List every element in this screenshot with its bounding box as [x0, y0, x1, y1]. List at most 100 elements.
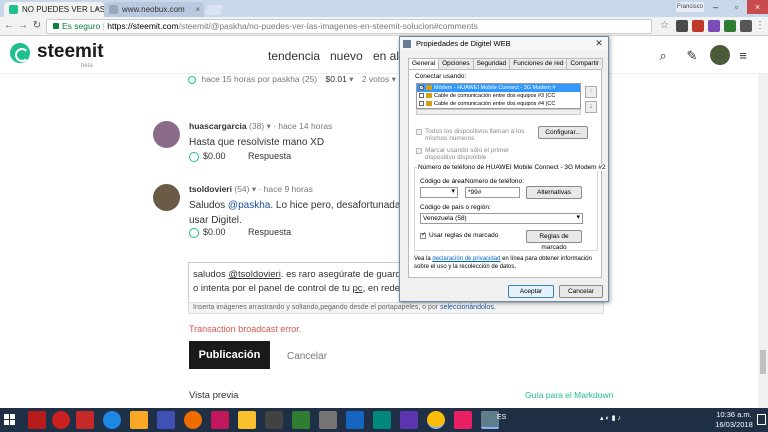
scrollbar-thumb[interactable] — [760, 350, 766, 374]
dialog-cancel-button[interactable]: Cancelar — [559, 285, 603, 298]
word-icon[interactable] — [346, 411, 364, 429]
dialing-rules-checkbox[interactable] — [420, 231, 426, 239]
autocad-icon[interactable] — [76, 411, 94, 429]
search-icon[interactable]: ⌕ — [654, 47, 672, 65]
post-votes[interactable]: 2 votos — [362, 74, 389, 84]
window-user-badge[interactable]: Francisco — [676, 2, 704, 12]
system-clock[interactable]: 10:36 a.m. 16/03/2018 — [713, 410, 755, 430]
upvote-icon[interactable] — [188, 75, 196, 84]
device-list[interactable]: ✓ Módem - HUAWEI Mobile Connect - 3G Mode… — [416, 83, 581, 109]
comment-payout[interactable]: $0.00 — [203, 151, 226, 161]
tab-sharing[interactable]: Compartir — [566, 58, 604, 69]
image-drop-hint[interactable]: Inserta imágenes arrastrando y soltando,… — [188, 302, 604, 314]
privacy-link[interactable]: declaración de privacidad — [432, 256, 500, 262]
page-scrollbar[interactable] — [758, 74, 768, 408]
select-files-link[interactable]: seleccionándolos. — [440, 304, 496, 311]
back-icon[interactable]: ← — [3, 20, 15, 32]
reload-icon[interactable]: ↻ — [31, 20, 43, 32]
windows-start-icon[interactable] — [4, 414, 16, 426]
minimize-window-button[interactable]: – — [705, 0, 726, 14]
cancel-button[interactable]: Cancelar — [287, 351, 327, 362]
app-icon[interactable] — [211, 411, 229, 429]
configure-button[interactable]: Configurar... — [538, 126, 588, 139]
avatar[interactable] — [153, 121, 180, 148]
app-icon[interactable] — [373, 411, 391, 429]
first-device-checkbox[interactable] — [416, 148, 422, 154]
author-name[interactable]: huascargarcia — [189, 121, 247, 131]
ok-button[interactable]: Aceptar — [508, 285, 554, 298]
new-tab-button[interactable] — [204, 5, 224, 15]
extension-icon[interactable] — [676, 20, 688, 32]
dialog-titlebar[interactable]: Propiedades de Digitel WEB ✕ — [400, 37, 608, 51]
terminal-icon[interactable] — [265, 411, 283, 429]
post-time[interactable]: hace 15 horas por paskha (25) — [201, 74, 317, 84]
all-devices-checkbox[interactable] — [416, 129, 422, 135]
upvote-icon[interactable] — [189, 151, 199, 162]
acrobat-icon[interactable] — [28, 411, 46, 429]
language-indicator[interactable]: ES — [497, 414, 506, 421]
mention-link[interactable]: @paskha — [228, 200, 270, 211]
excel-icon[interactable] — [292, 411, 310, 429]
app-icon[interactable] — [238, 411, 256, 429]
phone-field[interactable]: *99# — [465, 187, 520, 198]
chrome-icon[interactable] — [427, 411, 445, 429]
checkbox[interactable]: ✓ — [419, 85, 424, 91]
notifications-icon[interactable] — [757, 414, 766, 425]
media-player-icon[interactable] — [157, 411, 175, 429]
forward-icon[interactable]: → — [17, 20, 29, 32]
comment-time[interactable]: hace 9 horas — [264, 184, 313, 194]
nav-trending[interactable]: tendencia — [268, 49, 320, 63]
extension-icon[interactable] — [692, 20, 704, 32]
tab-networking[interactable]: Funciones de red — [509, 58, 568, 69]
close-tab-icon[interactable]: × — [95, 2, 100, 17]
address-bar[interactable]: Es seguro | https://steemit.com/steemit/… — [46, 19, 652, 34]
app-icon[interactable] — [319, 411, 337, 429]
close-icon[interactable]: ✕ — [593, 38, 605, 49]
close-window-button[interactable]: × — [747, 0, 768, 14]
list-item[interactable]: ✓ Módem - HUAWEI Mobile Connect - 3G Mode… — [417, 84, 580, 92]
tab-options[interactable]: Opciones — [438, 58, 474, 69]
comment-time[interactable]: hace 14 horas — [278, 121, 332, 131]
maximize-window-button[interactable]: ▫ — [726, 0, 747, 14]
dialing-rules-button[interactable]: Reglas de marcado — [526, 230, 582, 251]
firefox-icon[interactable] — [184, 411, 202, 429]
menu-icon[interactable]: ≡ — [734, 47, 752, 65]
move-down-icon[interactable]: ↓ — [585, 101, 597, 113]
tray-icons[interactable]: ▴ ◐ ▮ ♪ — [600, 414, 621, 422]
paint-icon[interactable] — [454, 411, 472, 429]
bookmark-star-icon[interactable]: ☆ — [660, 20, 672, 32]
horizontal-scrollbar[interactable] — [416, 109, 581, 115]
area-code-select[interactable] — [420, 187, 458, 198]
alternatives-button[interactable]: Alternativas — [526, 186, 582, 199]
list-item[interactable]: Cable de comunicación entre dos equipos … — [417, 92, 580, 100]
site-logo-text[interactable]: steemit — [37, 41, 104, 63]
avatar[interactable] — [153, 184, 180, 211]
upvote-icon[interactable] — [189, 227, 199, 238]
publish-button[interactable]: Publicación — [189, 341, 270, 369]
app-icon[interactable] — [400, 411, 418, 429]
checkbox[interactable] — [419, 93, 424, 99]
browser-menu-icon[interactable]: ⋮ — [755, 20, 765, 31]
markdown-guide-link[interactable]: Guía para el Markdown — [525, 390, 613, 400]
post-payout[interactable]: $0.01 — [326, 74, 347, 84]
extension-icon[interactable] — [740, 20, 752, 32]
comment-payout[interactable]: $0.00 — [203, 227, 226, 237]
country-select[interactable]: Venezuela (58) — [420, 213, 583, 224]
extension-icon[interactable] — [724, 20, 736, 32]
reply-link[interactable]: Respuesta — [248, 227, 291, 237]
app-icon[interactable] — [52, 411, 70, 429]
tab-security[interactable]: Seguridad — [472, 58, 511, 69]
reply-link[interactable]: Respuesta — [248, 151, 291, 161]
edit-icon[interactable]: ✎ — [683, 47, 701, 65]
checkbox[interactable] — [419, 101, 424, 107]
internet-explorer-icon[interactable] — [103, 411, 121, 429]
list-item[interactable]: Cable de comunicación entre dos equipos … — [417, 100, 580, 108]
avatar[interactable] — [710, 45, 730, 65]
author-name[interactable]: tsoldovieri — [189, 184, 232, 194]
file-explorer-icon[interactable] — [130, 411, 148, 429]
extension-icon[interactable] — [708, 20, 720, 32]
close-tab-icon[interactable]: × — [195, 2, 200, 17]
move-up-icon[interactable]: ↑ — [585, 86, 597, 98]
tab-steemit[interactable]: NO PUEDES VER LAS IM... × — [4, 2, 104, 17]
nav-new[interactable]: nuevo — [330, 49, 363, 63]
